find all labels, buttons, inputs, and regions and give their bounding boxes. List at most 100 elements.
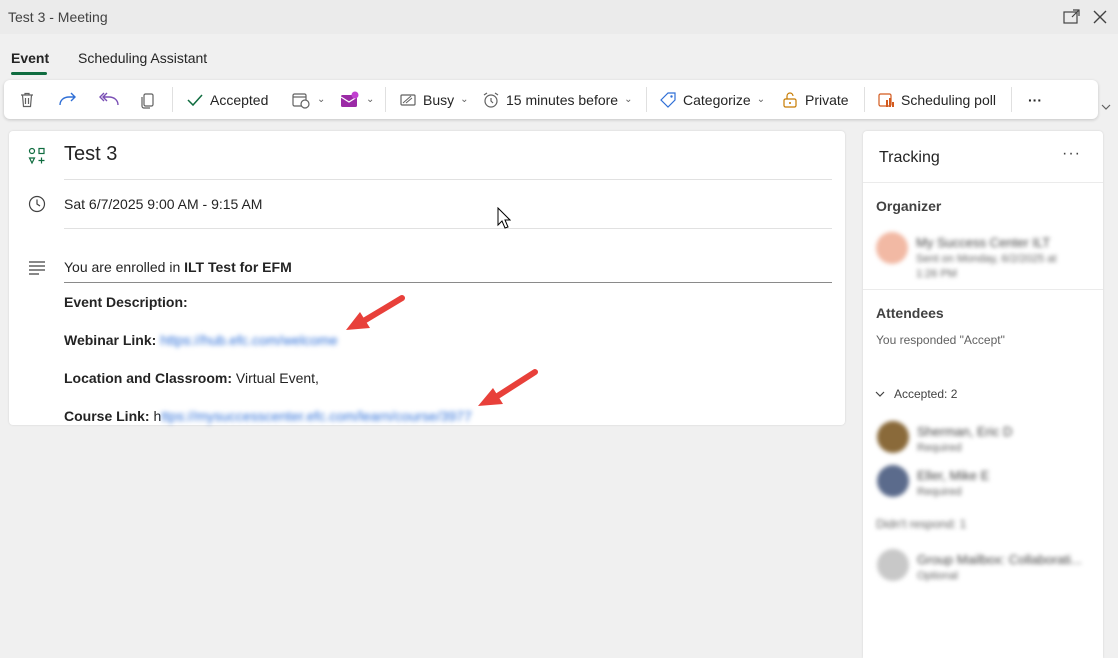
location-value: Virtual Event, bbox=[235, 370, 319, 386]
course-link-label: Course Link: bbox=[64, 408, 154, 424]
forward-button[interactable] bbox=[58, 80, 78, 119]
chevron-down-icon: ⌄ bbox=[366, 94, 375, 105]
toolbar-separator bbox=[172, 87, 173, 112]
categorize-button[interactable]: Categorize ⌄ bbox=[659, 80, 765, 119]
divider bbox=[863, 289, 1103, 290]
webinar-link[interactable]: https://hub.efc.com/welcome bbox=[160, 332, 337, 348]
pending-attendee-status: Optional bbox=[917, 570, 958, 582]
toolbar-separator bbox=[646, 87, 647, 112]
clock-icon bbox=[27, 194, 47, 214]
window-title: Test 3 - Meeting bbox=[8, 9, 108, 25]
command-toolbar: Accepted ⌄ ⌄ Busy ⌄ 15 minutes before ⌄ … bbox=[4, 80, 1098, 119]
chevron-down-icon: ⌄ bbox=[624, 94, 633, 105]
webinar-link-label: Webinar Link: bbox=[64, 332, 161, 348]
pending-attendee-avatar[interactable] bbox=[877, 549, 909, 581]
chevron-down-icon bbox=[875, 391, 885, 397]
location-line: Location and Classroom: Virtual Event, bbox=[64, 370, 319, 386]
envelope-icon bbox=[340, 91, 359, 107]
tab-scheduling-assistant[interactable]: Scheduling Assistant bbox=[78, 50, 207, 66]
tab-event[interactable]: Event bbox=[11, 50, 49, 66]
busy-status-icon bbox=[400, 93, 416, 106]
not-responded-group-toggle[interactable]: Didn't respond: 1 bbox=[876, 517, 966, 531]
delete-button[interactable] bbox=[18, 80, 36, 119]
attendee-name[interactable]: Eller, Mike E bbox=[917, 468, 989, 483]
show-as-button[interactable]: Busy ⌄ bbox=[399, 80, 469, 119]
chevron-down-icon: ⌄ bbox=[317, 94, 326, 105]
private-label: Private bbox=[805, 91, 849, 108]
annotation-arrow bbox=[478, 369, 538, 406]
course-link-line: Course Link: https://mysuccesscenter.efc… bbox=[64, 408, 472, 424]
response-button[interactable]: Accepted bbox=[186, 80, 268, 119]
reply-all-button[interactable] bbox=[98, 80, 120, 119]
lock-icon bbox=[783, 91, 797, 108]
reminder-button[interactable]: 15 minutes before ⌄ bbox=[482, 80, 632, 119]
copy-button[interactable] bbox=[139, 80, 157, 119]
close-icon[interactable] bbox=[1090, 7, 1110, 27]
response-status: You responded "Accept" bbox=[876, 333, 1005, 347]
teams-options-button[interactable]: ⌄ bbox=[340, 80, 374, 119]
more-options-button[interactable]: ··· bbox=[1028, 80, 1042, 119]
categorize-label: Categorize bbox=[683, 91, 751, 108]
scheduling-poll-button[interactable]: Scheduling poll bbox=[877, 80, 996, 119]
title-bar: Test 3 - Meeting bbox=[0, 0, 1118, 34]
calendar-options-button[interactable]: ⌄ bbox=[291, 80, 325, 119]
organizer-heading: Organizer bbox=[876, 198, 942, 214]
tracking-header: Tracking ··· bbox=[863, 131, 1103, 183]
alarm-clock-icon bbox=[483, 92, 499, 108]
chevron-down-icon: ⌄ bbox=[460, 94, 469, 105]
annotation-arrow bbox=[346, 295, 405, 330]
organizer-sent-time: 1:26 PM bbox=[916, 268, 957, 280]
response-label: Accepted bbox=[210, 91, 269, 108]
accepted-group-toggle[interactable]: Accepted: 2 bbox=[874, 387, 957, 401]
not-responded-count: Didn't respond: 1 bbox=[876, 517, 967, 531]
copy-icon bbox=[141, 92, 154, 109]
checkmark-icon bbox=[187, 93, 203, 106]
attendee-status: Required bbox=[917, 486, 962, 498]
enrolled-prefix: You are enrolled in bbox=[64, 259, 185, 275]
organizer-sent-info: Sent on Monday, 6/2/2025 at bbox=[916, 253, 1057, 265]
body-rule bbox=[64, 282, 832, 283]
reply-all-icon bbox=[99, 92, 119, 105]
mouse-cursor-icon bbox=[497, 207, 511, 229]
tab-bar: Event Scheduling Assistant bbox=[0, 34, 1118, 76]
course-link[interactable]: ttps://mysuccesscenter.efc.com/learn/cou… bbox=[161, 408, 471, 424]
pop-out-icon[interactable] bbox=[1062, 7, 1082, 27]
event-description-label: Event Description: bbox=[64, 294, 188, 310]
tracking-panel: Tracking ··· Organizer My Success Center… bbox=[863, 131, 1103, 658]
toolbar-separator bbox=[1011, 87, 1012, 112]
delete-icon bbox=[21, 92, 33, 107]
attendee-status: Required bbox=[917, 442, 962, 454]
scheduling-poll-label: Scheduling poll bbox=[901, 91, 996, 108]
chevron-down-icon: ⌄ bbox=[756, 94, 766, 105]
poll-icon bbox=[878, 92, 894, 107]
tracking-more-icon[interactable]: ··· bbox=[1062, 145, 1082, 165]
divider bbox=[64, 228, 832, 229]
organizer-name[interactable]: My Success Center ILT bbox=[916, 235, 1050, 250]
attendees-heading: Attendees bbox=[876, 305, 944, 321]
toolbar-separator bbox=[864, 87, 865, 112]
attendee-avatar[interactable] bbox=[877, 465, 909, 497]
forward-icon bbox=[59, 92, 76, 105]
attendee-avatar[interactable] bbox=[877, 421, 909, 453]
divider bbox=[64, 179, 832, 180]
show-as-label: Busy bbox=[423, 91, 455, 108]
calendar-clock-icon bbox=[292, 92, 310, 109]
tracking-title: Tracking bbox=[879, 149, 940, 166]
pending-attendee-name[interactable]: Group Mailbox: Collaborati... bbox=[917, 552, 1082, 567]
location-label: Location and Classroom: bbox=[64, 370, 236, 386]
enrolled-line: You are enrolled in ILT Test for EFM bbox=[64, 259, 292, 275]
event-title[interactable]: Test 3 bbox=[64, 143, 117, 166]
toolbar-separator bbox=[385, 87, 386, 112]
tag-icon bbox=[660, 91, 676, 108]
text-align-icon bbox=[27, 257, 47, 277]
organizer-avatar[interactable] bbox=[876, 232, 908, 264]
private-button[interactable]: Private bbox=[781, 80, 849, 119]
attendee-name[interactable]: Sherman, Eric D bbox=[917, 424, 1012, 439]
ribbon-expand-icon[interactable] bbox=[1099, 100, 1113, 114]
event-datetime[interactable]: Sat 6/7/2025 9:00 AM - 9:15 AM bbox=[64, 196, 262, 212]
course-name: ILT Test for EFM bbox=[184, 259, 292, 275]
reminder-label: 15 minutes before bbox=[506, 91, 619, 108]
active-tab-indicator bbox=[11, 72, 47, 75]
event-details-card: Test 3 Sat 6/7/2025 9:00 AM - 9:15 AM Yo… bbox=[9, 131, 845, 425]
accepted-count: Accepted: 2 bbox=[894, 387, 958, 401]
